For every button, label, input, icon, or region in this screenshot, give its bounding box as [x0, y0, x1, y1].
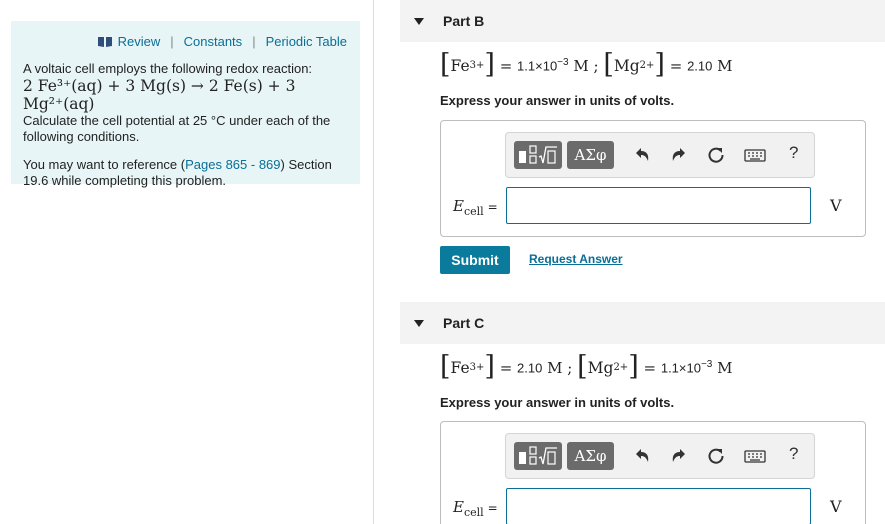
part-c-conditions: [Fe 3+] = 2.10 M ; [Mg 2+] = 1.1×10−3 M: [440, 351, 733, 382]
templates-button[interactable]: [514, 141, 562, 169]
mg-concentration: 2.10: [687, 58, 713, 74]
submit-button[interactable]: Submit: [440, 246, 510, 274]
collapse-triangle-icon[interactable]: [414, 17, 424, 25]
undo-icon[interactable]: [633, 447, 651, 465]
reference-text: You may want to reference (Pages 865 - 8…: [23, 157, 332, 188]
part-b-instruction: Express your answer in units of volts.: [440, 93, 675, 108]
help-icon[interactable]: ?: [789, 444, 798, 464]
part-c-answer-box: ΑΣφ ? Ecell = V: [440, 421, 866, 524]
ecell-input[interactable]: [506, 488, 811, 524]
link-separator: |: [170, 33, 174, 49]
review-link[interactable]: Review: [118, 34, 161, 49]
part-b-answer-box: ΑΣφ ? Ecell = V: [440, 120, 866, 237]
reset-icon[interactable]: [707, 146, 725, 164]
part-c-label: Part C: [443, 315, 485, 331]
problem-intro: A voltaic cell employs the following red…: [23, 61, 313, 76]
fe-concentration: 2.10: [517, 360, 543, 376]
fe-concentration: 1.1×10−3: [517, 57, 569, 74]
templates-icon: [519, 446, 557, 465]
redo-icon[interactable]: [670, 146, 688, 164]
undo-icon[interactable]: [633, 146, 651, 164]
templates-button[interactable]: [514, 442, 562, 470]
math-toolbar: ΑΣφ ?: [505, 433, 815, 479]
part-b-conditions: [Fe 3+] = 1.1×10−3 M ; [Mg 2+] = 2.10 M: [440, 49, 733, 80]
redox-reaction: 2 Fe³⁺(aq) + 3 Mg(s) → 2 Fe(s) + 3 Mg²⁺(…: [23, 77, 296, 113]
mg-concentration: 1.1×10−3: [660, 359, 713, 376]
part-c-header[interactable]: Part C: [400, 302, 885, 344]
link-separator: |: [252, 33, 256, 49]
book-icon: [97, 36, 112, 47]
ecell-label: Ecell =: [453, 197, 498, 218]
math-toolbar: ΑΣφ ?: [505, 132, 815, 178]
unit-label: V: [830, 196, 842, 215]
greek-symbols-button[interactable]: ΑΣφ: [567, 141, 614, 169]
templates-icon: [519, 145, 557, 164]
redo-icon[interactable]: [670, 447, 688, 465]
keyboard-icon[interactable]: [744, 447, 766, 465]
periodic-table-link[interactable]: Periodic Table: [266, 34, 347, 49]
ecell-input[interactable]: [506, 187, 811, 224]
part-c-instruction: Express your answer in units of volts.: [440, 395, 675, 410]
resource-links: Review | Constants | Periodic Table: [23, 21, 348, 61]
help-icon[interactable]: ?: [789, 143, 798, 163]
problem-statement: A voltaic cell employs the following red…: [23, 61, 348, 189]
part-b-label: Part B: [443, 13, 485, 29]
constants-link[interactable]: Constants: [184, 34, 243, 49]
collapse-triangle-icon[interactable]: [414, 319, 424, 327]
ecell-label: Ecell =: [453, 498, 498, 519]
part-b-header[interactable]: Part B: [400, 0, 885, 42]
problem-question: Calculate the cell potential at 25 °C un…: [23, 113, 331, 144]
keyboard-icon[interactable]: [744, 146, 766, 164]
panel-divider: [373, 0, 374, 524]
unit-label: V: [830, 497, 842, 516]
request-answer-link[interactable]: Request Answer: [529, 252, 623, 266]
pages-link[interactable]: Pages 865 - 869: [185, 157, 280, 172]
reset-icon[interactable]: [707, 447, 725, 465]
greek-symbols-button[interactable]: ΑΣφ: [567, 442, 614, 470]
info-panel: Review | Constants | Periodic Table A vo…: [11, 21, 360, 188]
